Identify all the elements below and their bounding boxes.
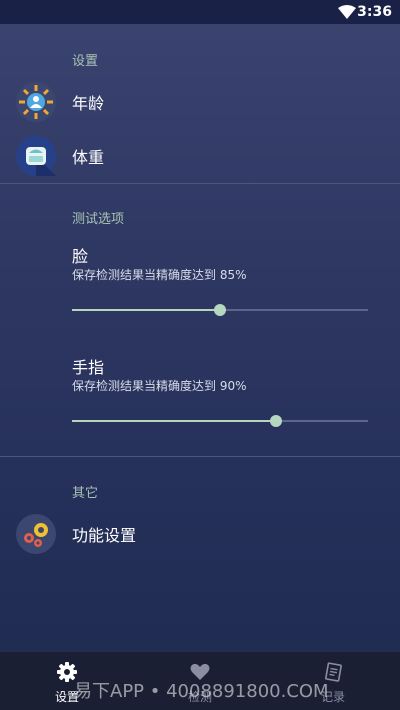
settings-item-label: 体重 (72, 148, 105, 167)
slider-thumb[interactable] (270, 415, 283, 427)
section-title-test-options: 测试选项 (72, 212, 125, 227)
status-time: 3:36 (357, 4, 392, 20)
weight-scale-icon (16, 136, 56, 176)
age-icon (16, 82, 56, 122)
gears-icon (16, 514, 56, 554)
other-item-function-settings[interactable]: 功能设置 (0, 510, 400, 558)
face-option-title: 脸 (72, 247, 89, 266)
finger-option-title: 手指 (72, 358, 105, 377)
slider-fill (72, 420, 277, 422)
divider (0, 183, 400, 184)
divider (0, 456, 400, 457)
settings-item-age[interactable]: 年龄 (0, 78, 400, 126)
status-bar: 3:36 (0, 0, 400, 24)
face-accuracy-slider[interactable] (72, 303, 368, 317)
watermark: 易下APP • 4008891800.COM (74, 681, 329, 702)
slider-fill (72, 309, 220, 311)
finger-option-subtitle: 保存检测结果当精确度达到 90% (72, 379, 247, 393)
slider-thumb[interactable] (214, 304, 226, 316)
finger-accuracy-slider[interactable] (72, 414, 368, 428)
face-option-subtitle: 保存检测结果当精确度达到 85% (72, 268, 247, 282)
settings-item-weight[interactable]: 体重 (0, 132, 400, 180)
settings-item-label: 年龄 (72, 94, 105, 113)
section-title-settings: 设置 (72, 54, 99, 69)
other-item-label: 功能设置 (72, 526, 137, 545)
section-title-other: 其它 (72, 486, 99, 501)
wifi-icon (338, 5, 356, 19)
